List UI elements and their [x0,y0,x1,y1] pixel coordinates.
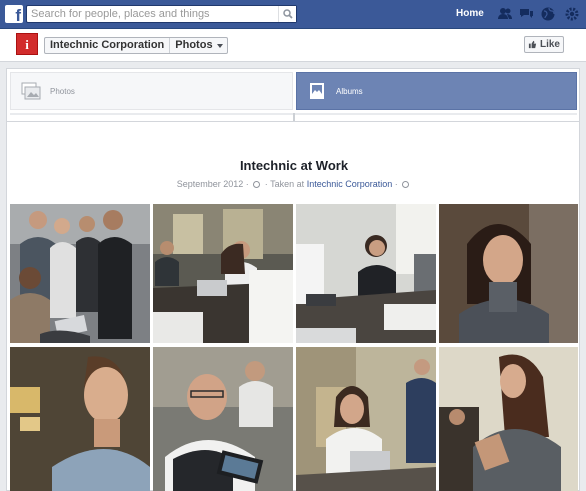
search-icon [283,9,293,19]
breadcrumb: Intechnic Corporation Photos [44,37,228,54]
tab-photos[interactable]: Photos [10,72,293,110]
settings-gear-icon[interactable] [564,6,580,22]
photo-meeting-laptop[interactable] [153,204,293,343]
clock-icon [253,181,261,188]
search-button[interactable] [278,6,296,22]
photo-smiling-man[interactable] [10,347,150,491]
album-panel: Intechnic at Work September 2012 · · Tak… [6,122,580,491]
search-input[interactable] [27,6,277,22]
tab-albums[interactable]: Albums [296,72,577,110]
tab-divider [10,113,577,121]
album-meta: September 2012 · · Taken at Intechnic Co… [7,179,581,189]
home-link[interactable]: Home [456,8,484,19]
photos-icon [21,82,41,100]
top-navigation-bar: f Home [0,0,586,29]
section-dropdown[interactable]: Photos [170,38,226,53]
chevron-down-icon [216,43,223,48]
facebook-logo[interactable]: f [5,5,23,25]
thumbs-up-icon [528,40,537,49]
photo-conference-table[interactable] [296,204,436,343]
privacy-globe-icon[interactable] [402,181,410,188]
section-label: Photos [175,39,213,51]
friend-requests-icon[interactable] [497,6,513,22]
photo-woman-looking-away[interactable] [439,347,578,491]
album-title: Intechnic at Work [239,158,349,173]
page-avatar[interactable]: i [16,33,38,55]
album-location-link[interactable]: Intechnic Corporation [307,179,393,189]
messages-icon[interactable] [518,6,534,22]
albums-icon [310,83,324,99]
page-name-link[interactable]: Intechnic Corporation [45,38,171,53]
photo-tabs: Photos Albums [6,68,580,122]
tab-albums-label: Albums [336,86,363,96]
photo-group-tablet[interactable] [10,204,150,343]
photo-woman-laptop[interactable] [296,347,436,491]
taken-at-label: Taken at [270,179,305,189]
photo-portrait-woman[interactable] [439,204,578,343]
album-date: September 2012 [176,179,244,189]
search-box [26,5,297,23]
photo-man-glasses-tablet[interactable] [153,347,293,491]
like-label: Like [539,39,560,50]
like-page-button[interactable]: Like [524,36,564,53]
page-header-bar: i Intechnic Corporation Photos Like [0,29,586,62]
tab-photos-label: Photos [50,86,75,96]
notifications-globe-icon[interactable] [540,6,556,22]
